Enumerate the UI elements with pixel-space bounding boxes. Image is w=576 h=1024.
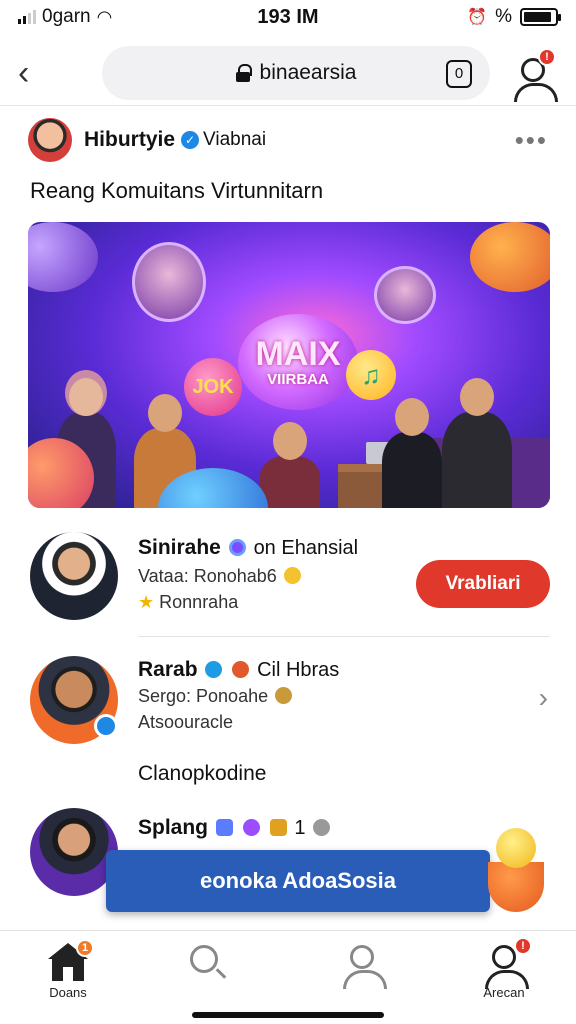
more-options-icon[interactable]: ••• [515, 125, 548, 156]
medal-icon [283, 567, 301, 584]
profile-badge: ! [514, 937, 532, 955]
logo-subtitle: VIIRBAA [267, 370, 329, 388]
author-name[interactable]: Hiburtyie [84, 128, 175, 152]
verified-icon: ✓ [181, 131, 200, 149]
tag-bubble: JOK [184, 358, 242, 416]
person-figure [442, 378, 512, 508]
decor-bubble [28, 222, 98, 292]
post-text: Reang Komuitans Virtunnitarn [30, 178, 324, 203]
chevron-right-icon[interactable]: › [539, 682, 548, 714]
music-note-icon: ♫ [346, 350, 396, 400]
badge-icon [228, 539, 246, 556]
item-line2: Atsoouracle [138, 712, 234, 732]
avatar[interactable] [30, 808, 118, 896]
divider [138, 636, 550, 637]
tab-profile[interactable]: ! Arecan [464, 937, 544, 1007]
profile-icon: ! [484, 937, 532, 989]
tabs-count: 0 [454, 65, 464, 82]
author-sub: Viabnai [203, 129, 267, 150]
status-bar: 0garn ◠ 193 IM ⏰ % [0, 0, 576, 34]
list-item[interactable]: Sinirahe on Ehansial Vataa: Ronohab6 ★ R… [30, 532, 550, 628]
badge-icon [232, 661, 250, 678]
tab-label: Doans [49, 985, 87, 1000]
author-avatar[interactable] [28, 118, 72, 162]
item-meta: Sergo: Ponoahe [138, 686, 294, 707]
photo-bubble [374, 266, 436, 324]
star-icon: ★ [138, 592, 155, 612]
coin-shape [496, 828, 536, 868]
person-figure [260, 422, 320, 508]
item-name-extra: 1 [294, 817, 306, 839]
item-line1: Vataa: Ronohab6 [138, 566, 277, 586]
item-line1: Sergo: Ponoahe [138, 686, 269, 706]
item-line2: Ronnraha [159, 592, 239, 612]
person-figure [382, 398, 442, 508]
account-button[interactable]: ! [512, 48, 558, 102]
home-indicator [192, 1012, 384, 1018]
home-badge: 1 [76, 939, 94, 957]
tab-home[interactable]: 1 Doans [28, 939, 108, 1007]
item-name: Rarab [138, 658, 198, 681]
logo-title: MAIX [255, 334, 341, 373]
people-icon [342, 943, 387, 989]
signal-icon [18, 10, 36, 24]
group-photo-bubble [132, 242, 206, 322]
item-title: Rarab Cil Hbras [138, 658, 339, 682]
badge-icon [269, 819, 287, 836]
bowl-shape [488, 862, 544, 912]
badge-icon [205, 661, 223, 678]
item-title: Splang 1 [138, 816, 332, 840]
item-meta: Vataa: Ronohab6 [138, 566, 303, 587]
badge-icon [242, 819, 260, 836]
item-name-extra: Cil Hbras [257, 659, 340, 681]
tab-people[interactable] [322, 943, 402, 1007]
carrier-name: 0garn [42, 6, 91, 27]
battery-fill [524, 12, 551, 22]
battery-icon [520, 8, 561, 26]
back-button[interactable]: ‹ [18, 56, 58, 90]
status-right: ⏰ % [358, 6, 561, 28]
lock-icon [235, 63, 252, 82]
decor-bubble [470, 222, 550, 292]
wifi-icon: ◠ [96, 6, 113, 27]
battery-percent: % [495, 6, 512, 27]
item-title: Sinirahe on Ehansial [138, 536, 358, 560]
post-image[interactable]: JOK MAIX VIIRBAA ♫ [28, 222, 550, 508]
toast-banner[interactable]: eonoka AdoaSosia [106, 850, 490, 912]
item-name: Sinirahe [138, 536, 221, 559]
badge-icon [215, 819, 233, 836]
status-time: 193 IM [257, 5, 319, 28]
item-name: Splang [138, 816, 209, 839]
tab-search[interactable] [164, 943, 244, 1007]
item-meta: ★ Ronnraha [138, 592, 238, 613]
url-text: binaearsia [259, 60, 357, 84]
list-item[interactable]: Rarab Cil Hbras Sergo: Ponoahe Atsoourac… [30, 656, 550, 752]
avatar[interactable] [30, 532, 118, 620]
home-icon: 1 [48, 939, 94, 983]
item-meta: Atsoouracle [138, 712, 233, 733]
carrier-group: 0garn ◠ [18, 6, 218, 28]
item-name-extra: on Ehansial [253, 537, 359, 559]
section-heading: Clanopkodine [138, 762, 267, 785]
tabs-button[interactable]: 0 [446, 59, 472, 88]
bottom-nav: 1 Doans ! Arecan [0, 930, 576, 1024]
account-badge: ! [538, 48, 556, 66]
post-header: Hiburtyie ✓ Viabnai ••• [28, 116, 548, 164]
search-icon [184, 943, 224, 983]
follow-button[interactable]: Vrabliari [416, 560, 550, 608]
lock-badge-icon [313, 819, 331, 836]
address-bar[interactable]: binaearsia 0 [102, 45, 490, 100]
medal-icon [275, 687, 293, 704]
rewards-icon[interactable] [484, 828, 550, 912]
alarm-icon: ⏰ [467, 9, 488, 26]
browser-toolbar: ‹ binaearsia 0 ! [0, 40, 576, 106]
verified-icon [94, 714, 118, 738]
center-logo: MAIX VIIRBAA [238, 314, 358, 410]
